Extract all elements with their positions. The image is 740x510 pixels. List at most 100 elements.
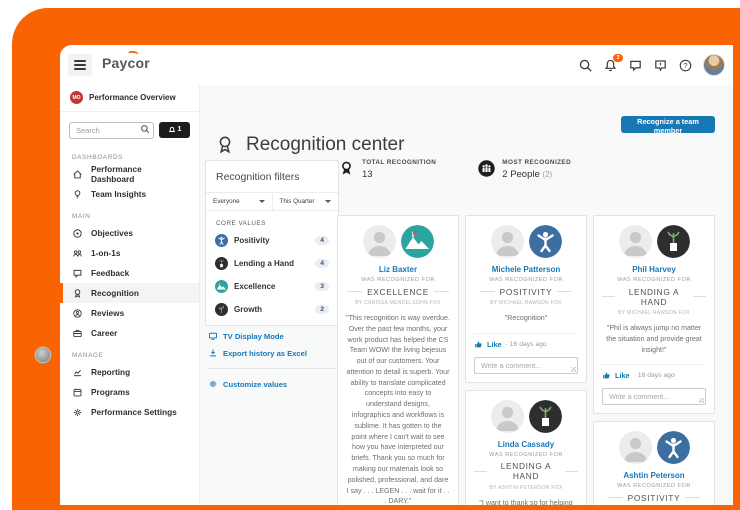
card-avatars: [474, 399, 578, 433]
sidebar-item-label: Reporting: [91, 367, 131, 377]
settings-icon: [72, 407, 83, 418]
sidebar-item-performance-dashboard[interactable]: Performance Dashboard: [60, 164, 199, 184]
core-value-lending-a-hand[interactable]: Lending a Hand 4: [206, 252, 338, 275]
core-value-positivity[interactable]: Positivity 4: [206, 229, 338, 252]
sidebar-item-label: Performance Dashboard: [91, 164, 142, 184]
screen: Paycor 3 ? MO Performance Overview Searc…: [0, 0, 740, 510]
stat-label: TOTAL RECOGNITION: [362, 159, 437, 166]
recognized-by: BY CARISSA MENDELSOHN FOX: [355, 300, 441, 306]
sidebar-item-label: 1-on-1s: [91, 248, 121, 258]
feedback-bubble-icon[interactable]: [653, 58, 668, 73]
people-group-icon: [478, 160, 495, 177]
sidebar-item-label: Career: [91, 328, 118, 338]
export-history-link[interactable]: Export history as Excel: [208, 348, 336, 358]
sidebar: MO Performance Overview 1 DASHBOARDS: [60, 85, 200, 505]
like-timestamp: 16 days ago: [634, 372, 675, 379]
sidebar-item-reviews[interactable]: Reviews: [60, 303, 199, 323]
recognition-filters-panel: Recognition filters Everyone This Quarte…: [205, 160, 339, 326]
sidebar-item-feedback[interactable]: Feedback: [60, 263, 199, 283]
total-recognition-stat: TOTAL RECOGNITION 13: [338, 159, 436, 180]
most-recognized-stat: MOST RECOGNIZED 2 People (2): [478, 159, 571, 180]
positivity-badge-icon: [528, 225, 562, 258]
comment-input[interactable]: [474, 356, 578, 374]
insights-icon: [72, 189, 83, 200]
tv-display-mode-link[interactable]: TV Display Mode: [208, 331, 336, 341]
sidebar-item-recognition[interactable]: Recognition: [60, 283, 199, 303]
most-recognized-value[interactable]: 2 People: [502, 169, 540, 180]
sidebar-item-label: Feedback: [91, 268, 130, 278]
recipient-name-link[interactable]: Linda Cassady: [474, 440, 578, 449]
recognition-card: Ashtin Peterson WAS RECOGNIZED FOR POSIT…: [593, 421, 715, 505]
user-avatar[interactable]: [703, 54, 725, 76]
messages-icon[interactable]: [628, 58, 643, 73]
core-value-count: 4: [315, 236, 329, 245]
lending-a-hand-badge-icon: [215, 257, 228, 270]
recognized-for-label: WAS RECOGNIZED FOR: [617, 483, 691, 490]
recipient-name-link[interactable]: Liz Baxter: [346, 265, 450, 274]
recognition-card: Michele Patterson WAS RECOGNIZED FOR POS…: [465, 215, 587, 383]
avatar: [490, 399, 524, 433]
sidebar-item-career[interactable]: Career: [60, 323, 199, 343]
sidebar-item-label: Programs: [91, 387, 130, 397]
comment-box: [474, 355, 578, 374]
notification-badge: 3: [613, 53, 623, 62]
core-value-count: 3: [315, 282, 329, 291]
recognition-value: EXCELLENCE: [346, 287, 450, 297]
recognition-card: Liz Baxter WAS RECOGNIZED FOR EXCELLENCE…: [337, 215, 459, 505]
sidebar-item-performance-settings[interactable]: Performance Settings: [60, 402, 199, 422]
reporting-icon: [72, 367, 83, 378]
recognized-for-label: WAS RECOGNIZED FOR: [489, 277, 563, 283]
excellence-badge-icon: [400, 225, 434, 258]
recipient-name-link[interactable]: Ashtin Peterson: [602, 471, 706, 480]
like-button[interactable]: Like: [487, 340, 502, 349]
card-avatars: [474, 225, 578, 258]
alerts-button[interactable]: 1: [159, 121, 190, 138]
sidebar-item-reporting[interactable]: Reporting: [60, 362, 199, 382]
lending-a-hand-badge-icon: [528, 399, 562, 433]
search-icon[interactable]: [578, 58, 593, 73]
recognition-medal-icon: [214, 134, 236, 156]
divider: [208, 368, 336, 369]
recognition-value: POSITIVITY: [474, 287, 578, 297]
avatar: [618, 431, 652, 465]
recognition-message: "I want to thank so for helping the mark…: [479, 498, 573, 505]
core-value-excellence[interactable]: Excellence 3: [206, 275, 338, 298]
recipient-name-link[interactable]: Phil Harvey: [602, 265, 706, 274]
svg-text:?: ?: [683, 61, 687, 70]
recognized-by: BY MICHAEL RAWSON FOX: [618, 310, 690, 316]
sidebar-item-programs[interactable]: Programs: [60, 382, 199, 402]
customize-values-link[interactable]: Customize values: [208, 379, 336, 389]
bell-icon: [168, 126, 175, 132]
like-timestamp: 16 days ago: [506, 341, 547, 348]
topbar-icons: 3 ?: [578, 45, 725, 85]
recipient-name-link[interactable]: Michele Patterson: [474, 265, 578, 274]
section-label-manage: MANAGE: [72, 352, 104, 359]
core-values-label: CORE VALUES: [216, 220, 266, 227]
core-value-name: Growth: [234, 305, 262, 314]
workspace-switcher[interactable]: MO Performance Overview: [60, 85, 199, 112]
search-icon: [140, 124, 150, 134]
card-avatars: [602, 431, 706, 465]
recognize-team-member-button[interactable]: Recognize a team member: [621, 116, 715, 135]
sidebar-item-label: Performance Settings: [91, 407, 177, 417]
sidebar-item-1-on-1s[interactable]: 1-on-1s: [60, 243, 199, 263]
core-value-count: 2: [315, 305, 329, 314]
period-dropdown[interactable]: This Quarter: [271, 193, 339, 210]
hamburger-menu-icon[interactable]: [68, 54, 92, 76]
section-label-dashboards: DASHBOARDS: [72, 154, 124, 161]
sidebar-item-team-insights[interactable]: Team Insights: [60, 184, 199, 204]
card-avatars: [346, 225, 450, 258]
like-row: Like 16 days ago: [602, 364, 706, 380]
comment-input[interactable]: [602, 388, 706, 406]
notifications-bell-icon[interactable]: 3: [603, 53, 623, 73]
growth-badge-icon: [215, 303, 228, 316]
programs-icon: [72, 387, 83, 398]
help-icon[interactable]: ?: [678, 58, 693, 73]
audience-dropdown[interactable]: Everyone: [206, 193, 272, 210]
like-button[interactable]: Like: [615, 371, 630, 380]
core-value-growth[interactable]: Growth 2: [206, 298, 338, 325]
recognized-for-label: WAS RECOGNIZED FOR: [617, 277, 691, 283]
thumbs-up-icon: [602, 371, 611, 380]
link-label: Customize values: [223, 379, 288, 389]
sidebar-item-objectives[interactable]: Objectives: [60, 223, 199, 243]
